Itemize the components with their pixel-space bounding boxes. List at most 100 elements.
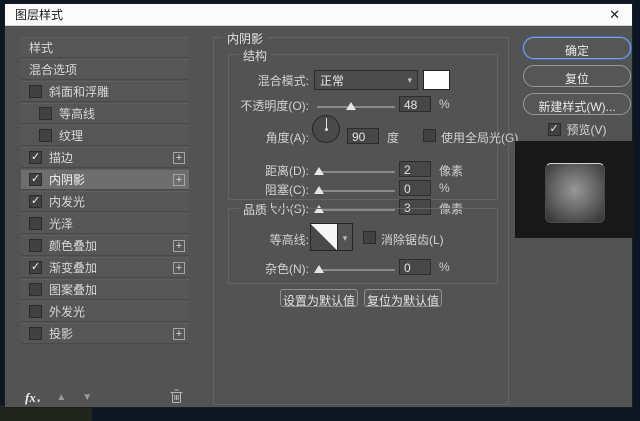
sidebar-item-texture[interactable]: 纹理 (21, 125, 189, 146)
effects-list-footer: fx ▾ ▲ ▼ (21, 388, 189, 407)
style-preview-box (515, 141, 634, 238)
chevron-down-icon[interactable]: ▾ (338, 223, 353, 251)
add-effect-icon[interactable]: + (173, 240, 185, 252)
angle-dial[interactable] (312, 115, 340, 143)
sidebar-item-label: 内发光 (49, 193, 85, 210)
move-effect-down-icon[interactable]: ▼ (82, 392, 92, 403)
checkbox-checked[interactable] (29, 173, 42, 186)
slider-thumb[interactable] (314, 167, 324, 175)
sidebar-item-color-overlay[interactable]: 颜色叠加 + (21, 235, 189, 256)
sidebar-item-label: 图案叠加 (49, 281, 97, 298)
angle-label: 角度(A): (229, 129, 309, 146)
sidebar-item-label: 混合选项 (29, 61, 77, 78)
noise-input[interactable]: 0 (399, 259, 431, 275)
choke-row: 阻塞(C): 0 % (229, 179, 497, 199)
distance-unit: 像素 (439, 162, 463, 179)
shadow-color-swatch[interactable] (423, 70, 450, 90)
checkbox-unchecked[interactable] (39, 129, 52, 142)
checkbox-unchecked[interactable] (29, 217, 42, 230)
checkbox-unchecked[interactable] (29, 85, 42, 98)
panel-title: 内阴影 (222, 30, 268, 47)
angle-row: 角度(A): 90 度 使用全局光(G) (229, 127, 497, 147)
anti-alias-label: 消除锯齿(L) (381, 231, 444, 248)
checkbox-unchecked[interactable] (29, 305, 42, 318)
choke-input[interactable]: 0 (399, 180, 431, 196)
choke-slider[interactable] (317, 188, 395, 196)
fx-icon[interactable]: fx (25, 390, 36, 406)
contour-label: 等高线: (229, 231, 309, 248)
quality-group: 品质 等高线: ▾ 消除锯齿(L) 杂色(N): 0 % (228, 208, 498, 284)
add-effect-icon[interactable]: + (173, 174, 185, 186)
contour-row: 等高线: ▾ 消除锯齿(L) (229, 223, 497, 253)
angle-input[interactable]: 90 (347, 128, 379, 144)
sidebar-item-gradient-overlay[interactable]: 渐变叠加 + (21, 257, 189, 278)
ok-button[interactable]: 确定 (523, 37, 631, 59)
reset-default-button[interactable]: 复位为默认值 (364, 289, 442, 307)
sidebar-item-satin[interactable]: 光泽 (21, 213, 189, 234)
opacity-row: 不透明度(O): 48 % (229, 95, 497, 115)
use-global-light-checkbox[interactable] (423, 129, 436, 142)
sidebar-item-inner-shadow[interactable]: 内阴影 + (21, 169, 189, 190)
checkbox-unchecked[interactable] (29, 283, 42, 296)
fx-menu-caret-icon[interactable]: ▾ (37, 397, 41, 405)
layer-style-dialog: 图层样式 ✕ 样式 混合选项 斜面和浮雕 等高线 纹理 描边 + 内阴影 + 内发光… (4, 3, 633, 408)
checkbox-unchecked[interactable] (29, 327, 42, 340)
sidebar-item-blending-options[interactable]: 混合选项 (21, 59, 189, 80)
opacity-label: 不透明度(O): (229, 97, 309, 114)
checkbox-unchecked[interactable] (29, 239, 42, 252)
sidebar-item-label: 渐变叠加 (49, 259, 97, 276)
sidebar-item-label: 斜面和浮雕 (49, 83, 109, 100)
close-icon[interactable]: ✕ (609, 8, 620, 21)
distance-input[interactable]: 2 (399, 161, 431, 177)
choke-unit: % (439, 181, 450, 195)
checkbox-checked[interactable] (29, 151, 42, 164)
choke-label: 阻塞(C): (229, 181, 309, 198)
sidebar-item-stroke[interactable]: 描边 + (21, 147, 189, 168)
blend-mode-select[interactable]: 正常 ▾ (314, 70, 418, 90)
noise-row: 杂色(N): 0 % (229, 258, 497, 278)
sidebar-item-inner-glow[interactable]: 内发光 (21, 191, 189, 212)
distance-slider[interactable] (317, 169, 395, 177)
preview-checkbox[interactable] (548, 123, 561, 136)
anti-alias-checkbox[interactable] (363, 231, 376, 244)
sidebar-item-label: 等高线 (59, 105, 95, 122)
slider-thumb[interactable] (346, 102, 356, 110)
quality-legend: 品质 (239, 201, 271, 218)
delete-effect-icon[interactable] (170, 389, 183, 407)
sidebar-item-pattern-overlay[interactable]: 图案叠加 (21, 279, 189, 300)
opacity-slider[interactable] (317, 104, 395, 112)
add-effect-icon[interactable]: + (173, 328, 185, 340)
new-style-button[interactable]: 新建样式(W)... (523, 93, 631, 115)
dialog-actions: 确定 复位 新建样式(W)... 预览(V) (523, 37, 631, 138)
make-default-button[interactable]: 设置为默认值 (280, 289, 358, 307)
sidebar-item-outer-glow[interactable]: 外发光 (21, 301, 189, 322)
preview-row: 预览(V) (523, 121, 631, 138)
move-effect-up-icon[interactable]: ▲ (56, 392, 66, 403)
sidebar-item-label: 外发光 (49, 303, 85, 320)
slider-thumb[interactable] (314, 265, 324, 273)
dialog-titlebar[interactable]: 图层样式 ✕ (5, 4, 632, 26)
checkbox-checked[interactable] (29, 195, 42, 208)
reset-button[interactable]: 复位 (523, 65, 631, 87)
distance-label: 距离(D): (229, 162, 309, 179)
add-effect-icon[interactable]: + (173, 152, 185, 164)
sidebar-item-bevel-emboss[interactable]: 斜面和浮雕 (21, 81, 189, 102)
dialog-title: 图层样式 (15, 6, 63, 23)
checkbox-checked[interactable] (29, 261, 42, 274)
slider-thumb[interactable] (314, 186, 324, 194)
sidebar-item-label: 内阴影 (49, 171, 85, 188)
sidebar-item-contour[interactable]: 等高线 (21, 103, 189, 124)
sidebar-item-drop-shadow[interactable]: 投影+ (21, 323, 189, 344)
sidebar-item-label: 颜色叠加 (49, 237, 97, 254)
sidebar-item-label: 纹理 (59, 127, 83, 144)
noise-slider[interactable] (317, 267, 395, 275)
sidebar-item-label: 描边 (49, 149, 73, 166)
blend-mode-row: 混合模式: 正常 ▾ (229, 70, 497, 90)
contour-picker[interactable] (310, 223, 338, 251)
inner-shadow-panel: 内阴影 结构 混合模式: 正常 ▾ 不透明度(O): 48 % 角度(A): (213, 37, 509, 405)
sidebar-item-styles[interactable]: 样式 (21, 37, 189, 58)
add-effect-icon[interactable]: + (173, 262, 185, 274)
preview-label: 预览(V) (567, 121, 607, 138)
opacity-input[interactable]: 48 (399, 96, 431, 112)
checkbox-unchecked[interactable] (39, 107, 52, 120)
